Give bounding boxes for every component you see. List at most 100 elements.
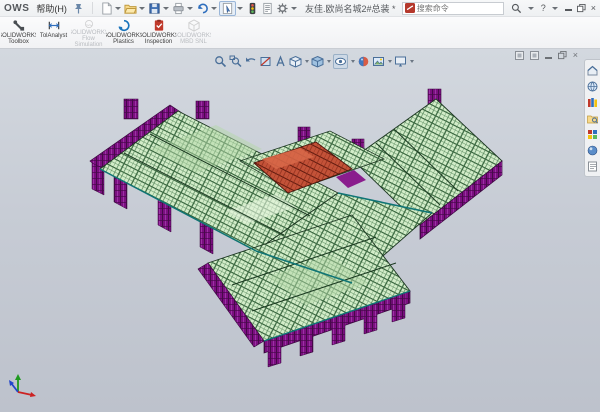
task-pane-custom-properties-tab[interactable] [587, 160, 599, 172]
inspection-icon [152, 19, 166, 32]
task-pane-appearances-tab[interactable] [587, 144, 599, 156]
search-magnifier-button[interactable] [511, 3, 522, 14]
print-dropdown-caret[interactable] [187, 7, 193, 10]
doc-restore-button[interactable] [558, 51, 567, 60]
save-button[interactable] [147, 1, 162, 16]
view-settings-button[interactable] [394, 55, 407, 68]
addin-label: Toolbox [1, 39, 36, 45]
titlebar-right-controls: ? × [511, 3, 596, 14]
view-orientation-caret[interactable] [305, 60, 309, 63]
print-icon [172, 2, 185, 15]
view-orientation-button[interactable] [289, 55, 302, 68]
options-dropdown-caret[interactable] [291, 7, 297, 10]
search-dropdown-caret[interactable] [528, 7, 534, 10]
addin-tolanalyst[interactable]: TolAnalyst [36, 17, 71, 48]
apply-scene-button[interactable] [372, 55, 385, 68]
toolbox-icon [12, 19, 26, 32]
design-library-books-icon [587, 97, 598, 108]
help-dropdown-caret[interactable] [552, 7, 558, 10]
dynamic-annotation-views-button[interactable] [274, 55, 287, 68]
doc-close-button[interactable]: × [573, 51, 578, 60]
zoom-to-fit-icon [214, 55, 227, 68]
apply-scene-caret[interactable] [388, 60, 392, 63]
zoom-to-fit-button[interactable] [214, 55, 227, 68]
doc-window-button-2[interactable] [530, 51, 539, 60]
new-document-button[interactable] [99, 1, 114, 16]
custom-properties-icon [587, 161, 598, 172]
new-dropdown-caret[interactable] [115, 7, 121, 10]
addin-label: MBD SNL [176, 39, 211, 45]
options-button[interactable] [275, 1, 290, 16]
new-document-icon [100, 2, 113, 15]
restore-button[interactable] [577, 4, 586, 13]
gear-icon [276, 2, 289, 15]
tolanalyst-icon [47, 19, 61, 32]
rebuild-traffic-light-icon [246, 2, 259, 15]
eye-icon [334, 55, 347, 68]
doc-window-button-1[interactable] [515, 51, 524, 60]
hide-show-items-caret[interactable] [351, 60, 355, 63]
save-icon [148, 2, 161, 15]
graphics-viewport[interactable]: × [0, 49, 600, 412]
flow-simulation-icon [82, 19, 96, 29]
addin-label: Plastics [106, 39, 141, 45]
addin-mbd-snl[interactable]: SOLIDWORKSMBD SNL [176, 17, 211, 48]
display-style-button[interactable] [311, 55, 324, 68]
addin-inspection[interactable]: SOLIDWORKSInspection [141, 17, 176, 48]
addin-plastics[interactable]: SOLIDWORKSPlastics [106, 17, 141, 48]
open-folder-icon [124, 2, 137, 15]
display-style-icon [311, 55, 324, 68]
undo-button[interactable] [195, 1, 210, 16]
help-button[interactable]: ? [541, 4, 546, 13]
title-bar: OWS 帮助(H) 友佳.欧尚名城2#总装 [0, 0, 600, 17]
search-input[interactable] [417, 4, 489, 13]
task-pane-home-tab[interactable] [587, 64, 599, 76]
addin-solidworks-toolbox[interactable]: SOLIDWORKSToolbox [1, 17, 36, 48]
file-properties-button[interactable] [260, 1, 275, 16]
section-view-button[interactable] [259, 55, 272, 68]
undo-dropdown-caret[interactable] [211, 7, 217, 10]
task-pane-resources-tab[interactable] [587, 80, 599, 92]
zoom-to-area-button[interactable] [229, 55, 242, 68]
previous-view-icon [244, 55, 257, 68]
task-pane-view-palette-tab[interactable] [587, 128, 599, 140]
view-settings-monitor-icon [394, 55, 407, 68]
task-pane-file-explorer-tab[interactable] [587, 112, 599, 124]
mbd-cube-icon [187, 19, 201, 32]
document-title: 友佳.欧尚名城2#总装 * [301, 2, 400, 15]
menu-help[interactable]: 帮助(H) [31, 1, 72, 16]
rebuild-button[interactable] [245, 1, 260, 16]
open-button[interactable] [123, 1, 138, 16]
magnifier-icon [511, 3, 522, 14]
scene-icon [372, 55, 385, 68]
addin-label: Inspection [141, 39, 176, 45]
appearances-sphere-icon [587, 145, 598, 156]
select-button[interactable] [219, 1, 236, 16]
previous-view-button[interactable] [244, 55, 257, 68]
pin-menu-button[interactable] [74, 3, 83, 14]
print-button[interactable] [171, 1, 186, 16]
addin-label: Simulation [71, 42, 106, 48]
triad-axes [9, 374, 36, 397]
hide-show-items-button[interactable] [333, 54, 348, 69]
model-3d-view[interactable] [0, 49, 600, 412]
view-settings-caret[interactable] [410, 60, 414, 63]
display-style-caret[interactable] [327, 60, 331, 63]
file-explorer-folder-icon [587, 113, 598, 124]
open-dropdown-caret[interactable] [139, 7, 145, 10]
annotation-icon [274, 55, 287, 68]
select-cursor-icon [221, 2, 234, 15]
search-box[interactable] [402, 2, 504, 15]
close-button[interactable]: × [591, 4, 596, 13]
pushpin-icon [74, 3, 83, 14]
quick-access-toolbar [99, 1, 299, 16]
minimize-button[interactable] [565, 5, 572, 11]
plastics-icon [117, 19, 131, 32]
doc-minimize-button[interactable] [545, 53, 552, 59]
task-pane-design-library-tab[interactable] [587, 96, 599, 108]
save-dropdown-caret[interactable] [163, 7, 169, 10]
globe-icon [587, 81, 598, 92]
select-dropdown-caret[interactable] [237, 7, 243, 10]
addin-flow-simulation[interactable]: SOLIDWORKSFlowSimulation [71, 17, 106, 48]
edit-appearance-button[interactable] [357, 55, 370, 68]
